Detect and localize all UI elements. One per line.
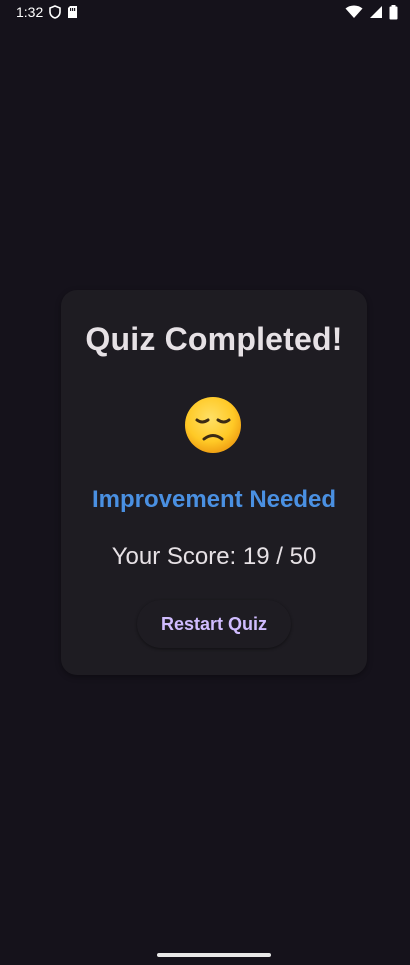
quiz-completed-title: Quiz Completed!	[85, 321, 343, 357]
status-bar: 1:32	[0, 0, 410, 24]
status-time: 1:32	[16, 4, 44, 20]
wifi-icon	[345, 5, 363, 19]
sim-card-icon	[67, 5, 78, 19]
home-indicator[interactable]	[157, 953, 271, 957]
cell-signal-icon	[369, 5, 383, 19]
score-text: Your Score: 19 / 50	[111, 543, 317, 570]
battery-icon	[389, 4, 398, 20]
status-bar-left: 1:32	[16, 4, 78, 20]
result-label: Improvement Needed	[91, 486, 337, 513]
status-bar-right	[345, 4, 398, 20]
quiz-result-screen: 1:32 Quiz Completed! Improvement Needed …	[0, 0, 410, 965]
disappointed-face-icon	[183, 395, 243, 455]
quiz-result-card: Quiz Completed! Improvement Needed Your …	[61, 290, 367, 675]
shield-icon	[49, 5, 62, 19]
restart-quiz-button[interactable]: Restart Quiz	[137, 600, 291, 648]
